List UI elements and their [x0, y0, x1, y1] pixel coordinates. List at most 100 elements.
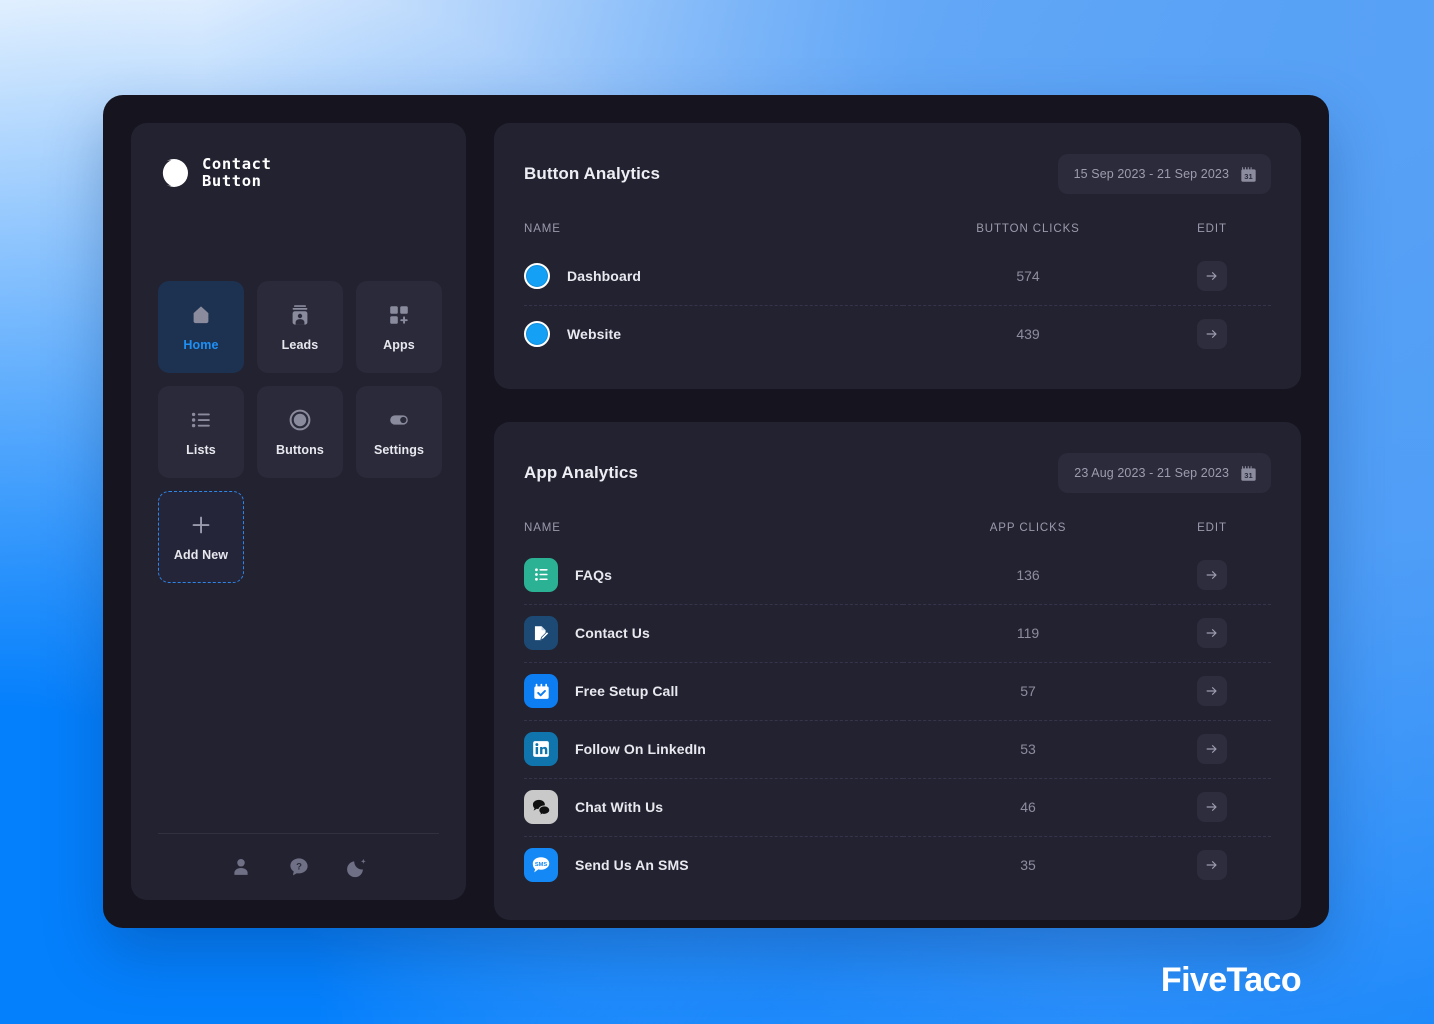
edit-button[interactable] [1197, 676, 1227, 706]
date-range-picker-button-analytics[interactable]: 15 Sep 2023 - 21 Sep 2023 31 [1057, 154, 1271, 194]
column-header-edit: EDIT [1197, 522, 1227, 534]
sms-bubble-icon: SMS [524, 848, 558, 883]
table-header-row: NAME BUTTON CLICKS EDIT [524, 197, 1271, 247]
sidebar-item-lists[interactable]: Lists [158, 386, 244, 478]
table-row[interactable]: Chat With Us 46 [524, 777, 1271, 836]
help-bubble-icon[interactable]: ? [288, 856, 310, 878]
moon-icon[interactable] [346, 856, 368, 878]
table-header-row: NAME APP CLICKS EDIT [524, 496, 1271, 546]
sidebar-nav-grid: Home Leads Apps Lists Buttons Settings A… [158, 281, 442, 583]
svg-text:31: 31 [1244, 470, 1252, 479]
sidebar-item-settings[interactable]: Settings [356, 386, 442, 478]
table-row[interactable]: Contact Us 119 [524, 603, 1271, 662]
panel-header: Button Analytics 15 Sep 2023 - 21 Sep 20… [524, 151, 1271, 197]
sidebar-item-home[interactable]: Home [158, 281, 244, 373]
svg-text:SMS: SMS [535, 862, 548, 868]
edit-button[interactable] [1197, 850, 1227, 881]
plus-icon [189, 513, 213, 537]
toggle-icon [387, 408, 411, 432]
main-content: Button Analytics 15 Sep 2023 - 21 Sep 20… [494, 123, 1301, 920]
edit-button[interactable] [1197, 618, 1227, 648]
brand-name: Contact Button [202, 156, 272, 189]
arrow-right-icon [1205, 684, 1219, 698]
calendar-31-icon: 31 [1240, 166, 1257, 183]
column-header-name: NAME [524, 223, 561, 235]
blue-disc-icon [524, 262, 550, 289]
edit-button[interactable] [1197, 319, 1227, 350]
list-icon [189, 408, 213, 432]
app-analytics-panel: App Analytics 23 Aug 2023 - 21 Sep 2023 … [494, 422, 1301, 920]
panel-header: App Analytics 23 Aug 2023 - 21 Sep 2023 … [524, 450, 1271, 496]
sidebar-item-label: Lists [186, 442, 216, 457]
add-new-button[interactable]: Add New [158, 491, 244, 583]
edit-button[interactable] [1197, 792, 1227, 822]
sidebar-item-leads[interactable]: Leads [257, 281, 343, 373]
edit-button[interactable] [1197, 734, 1227, 764]
faq-list-icon [524, 557, 558, 592]
row-name: Send Us An SMS [575, 857, 689, 874]
sidebar: Contact Button Home Leads Apps Lists But… [131, 123, 466, 900]
row-clicks: 35 [903, 835, 1153, 894]
sidebar-item-label: Add New [173, 547, 229, 562]
row-name: Website [567, 326, 622, 343]
sidebar-item-buttons[interactable]: Buttons [257, 386, 343, 478]
row-name: FAQs [575, 566, 612, 583]
sidebar-item-label: Leads [281, 337, 319, 352]
row-clicks: 574 [1016, 267, 1040, 284]
svg-text:?: ? [296, 861, 302, 872]
sidebar-footer: ? [158, 833, 439, 878]
arrow-right-icon [1205, 568, 1219, 582]
sidebar-item-label: Home [183, 337, 219, 352]
table-row[interactable]: Dashboard 574 [524, 247, 1271, 305]
fivetaco-watermark: FiveTaco [1160, 961, 1302, 999]
contact-card-icon [288, 303, 312, 327]
row-clicks: 53 [903, 719, 1153, 778]
grid-plus-icon [387, 303, 411, 327]
table-row[interactable]: SMS Send Us An SMS 35 [524, 835, 1271, 894]
linkedin-icon [524, 732, 558, 766]
arrow-right-icon [1205, 269, 1219, 283]
sidebar-item-label: Buttons [276, 442, 324, 457]
arrow-right-icon [1205, 742, 1219, 756]
date-range-picker-app-analytics[interactable]: 23 Aug 2023 - 21 Sep 2023 31 [1058, 453, 1271, 493]
circle-icon [288, 408, 312, 432]
arrow-right-icon [1205, 800, 1219, 814]
row-name: Contact Us [575, 625, 650, 641]
calendar-31-icon: 31 [1240, 465, 1257, 482]
brand-line-1: Contact [202, 155, 272, 174]
row-clicks: 439 [903, 304, 1153, 363]
row-clicks: 46 [903, 777, 1153, 836]
edit-button[interactable] [1197, 260, 1227, 291]
brand-line-2: Button [202, 172, 262, 190]
sidebar-item-apps[interactable]: Apps [356, 281, 442, 373]
table-row[interactable]: Website 439 [524, 304, 1271, 363]
row-name: Chat With Us [575, 799, 664, 815]
row-name: Dashboard [567, 267, 642, 284]
calendar-check-icon [524, 674, 558, 708]
arrow-right-icon [1205, 626, 1219, 640]
app-analytics-table: NAME APP CLICKS EDIT FAQs 136 Contact Us… [524, 496, 1271, 894]
column-header-clicks: BUTTON CLICKS [976, 223, 1080, 235]
row-clicks: 119 [903, 603, 1153, 662]
button-analytics-table: NAME BUTTON CLICKS EDIT Dashboard 574 We… [524, 197, 1271, 363]
table-row[interactable]: Free Setup Call 57 [524, 661, 1271, 720]
svg-text:31: 31 [1244, 171, 1252, 180]
row-clicks: 57 [903, 661, 1153, 720]
date-range-label: 15 Sep 2023 - 21 Sep 2023 [1073, 167, 1229, 181]
column-header-name: NAME [524, 522, 561, 534]
page-title: App Analytics [524, 463, 639, 482]
table-row[interactable]: Follow On LinkedIn 53 [524, 719, 1271, 778]
arrow-right-icon [1205, 327, 1219, 341]
form-pencil-icon [524, 616, 558, 650]
row-name: Follow On LinkedIn [575, 741, 706, 757]
sidebar-item-label: Settings [373, 442, 425, 457]
row-clicks: 136 [1016, 566, 1040, 583]
table-row[interactable]: FAQs 136 [524, 546, 1271, 604]
app-window: Contact Button Home Leads Apps Lists But… [103, 95, 1329, 928]
person-icon[interactable] [230, 856, 252, 878]
column-header-clicks: APP CLICKS [989, 522, 1067, 534]
brand-logo[interactable]: Contact Button [158, 153, 439, 193]
chat-bubbles-icon [524, 790, 558, 824]
edit-button[interactable] [1197, 559, 1227, 590]
